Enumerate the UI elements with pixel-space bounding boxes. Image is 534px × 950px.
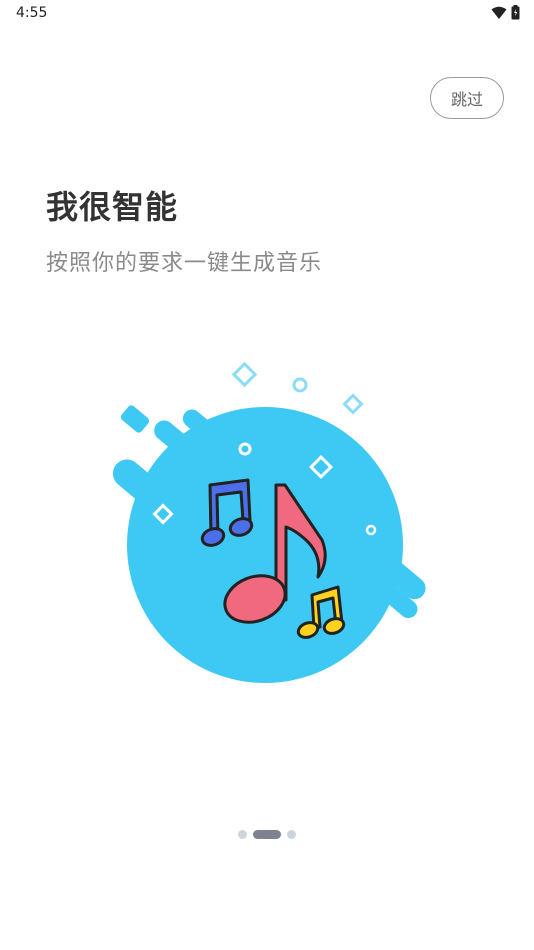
page-indicator bbox=[0, 828, 534, 840]
sparkle-ring bbox=[292, 377, 308, 393]
page-dot-active[interactable] bbox=[253, 829, 281, 839]
status-time: 4:55 bbox=[16, 5, 48, 21]
status-bar: 4:55 bbox=[0, 0, 534, 28]
battery-icon bbox=[511, 5, 520, 24]
page-dot[interactable] bbox=[238, 829, 247, 839]
streak-shape bbox=[120, 405, 150, 433]
page-subtitle: 按照你的要求一键生成音乐 bbox=[46, 251, 323, 276]
skip-button[interactable]: 跳过 bbox=[430, 77, 504, 119]
background-circle bbox=[127, 407, 403, 683]
sparkle-diamond bbox=[231, 361, 258, 388]
page-dot[interactable] bbox=[287, 829, 296, 839]
music-notes-illustration bbox=[100, 355, 440, 695]
wifi-icon bbox=[491, 5, 507, 24]
sparkle-diamond bbox=[342, 393, 364, 415]
onboarding-screen: 4:55 跳过 我很智能 按照你的要求一键生成音乐 bbox=[0, 0, 534, 950]
page-title: 我很智能 bbox=[46, 188, 179, 226]
status-icons bbox=[491, 5, 520, 24]
